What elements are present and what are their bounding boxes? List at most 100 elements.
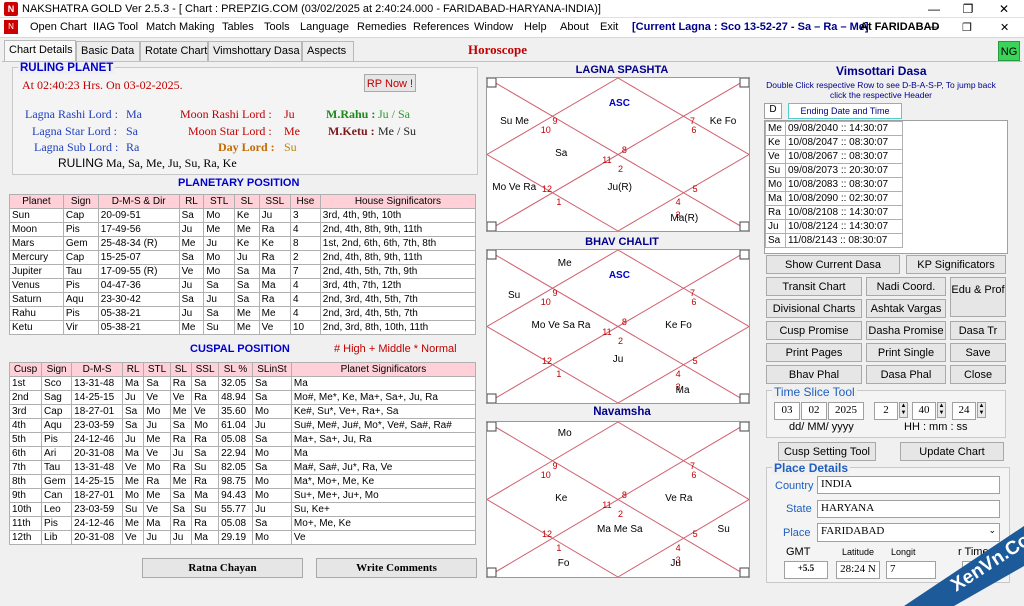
dasa-col-end-header[interactable]: Ending Date and Time [788,103,902,119]
planetary-row[interactable]: Ketu Vir 05-38-21 Me Su Me Ve 10 2nd, 3rd, 8th, … [9,320,477,335]
kp-significators-button[interactable]: KP Significators [906,255,1006,274]
dasa-row[interactable]: Me 09/08/2040 :: 14:30:07 [765,121,903,136]
hour-input[interactable]: 2 [874,402,898,420]
ashtak-vargas-button[interactable]: Ashtak Vargas [866,299,946,318]
menu-language[interactable]: Language [300,21,349,33]
lagna-chart[interactable]: 9 10 8 11 2 12 1 7 6 5 4 3 ASC Su Me Sa Ke Fo Mo Ve Ra Ju… [486,77,750,232]
hour-spinner[interactable]: ▲ ▼ [899,402,908,418]
bhav-chalit-chart[interactable]: 9 10 8 11 2 12 1 7 6 5 4 3 ASC Me Su Mo Ve Sa Ra Ke Fo Ju… [486,249,750,404]
cuspal-row[interactable]: 2nd Sag 14-25-15 Ju Ve Ve Ra 48.94 Sa Mo#, Me*, K… [8,390,477,405]
cuspal-row[interactable]: 12th Lib 20-31-08 Ve Ju Ju Ma 29.19 Mo Ve [8,530,477,545]
cuspal-row[interactable]: 10th Leo 23-03-59 Su Ve Sa Su 55.77 Ju Su, Ke+ [8,502,477,517]
edu-prof-button[interactable]: Edu & Prof [950,277,1006,317]
rp-now-button[interactable]: RP Now ! [364,74,416,92]
gmt-field[interactable]: +5.5 [784,561,828,579]
cusp-promise-button[interactable]: Cusp Promise [766,321,862,340]
second-input[interactable]: 24 [952,402,976,420]
tab-basic-data[interactable]: Basic Data [76,41,140,62]
tab-vimshottary-dasa[interactable]: Vimshottary Dasa [208,41,302,62]
menu-iiag-tool[interactable]: IIAG Tool [93,21,138,33]
divisional-charts-button[interactable]: Divisional Charts [766,299,862,318]
minimize-button[interactable]: — [916,0,952,18]
menu-remedies[interactable]: Remedies [357,21,407,33]
planetary-row[interactable]: Moon Pis 17-49-56 Ju Me Me Ra 4 2nd, 4th, 8th, 9… [9,222,477,237]
ratna-chayan-button[interactable]: Ratna Chayan [142,558,303,578]
dasha-promise-button[interactable]: Dasha Promise [866,321,946,340]
second-spinner[interactable]: ▲ ▼ [977,402,986,418]
tab-chart-details[interactable]: Chart Details [4,40,76,62]
bhav-phal-button[interactable]: Bhav Phal [766,365,862,384]
cuspal-cell: Leo [41,502,73,517]
house-number: 11 [602,499,612,510]
planetary-row[interactable]: Mars Gem 25-48-34 (R) Me Ju Ke Ke 8 1st, 2nd, 6t… [9,236,477,251]
dasa-row[interactable]: Mo 10/08/2083 :: 08:30:07 [765,177,903,192]
menu-open-chart[interactable]: Open Chart [30,21,87,33]
child-restore-button[interactable]: ❐ [962,21,972,34]
cusp-setting-tool-button[interactable]: Cusp Setting Tool [778,442,876,461]
planetary-cell: 10 [289,320,321,335]
ng-badge[interactable]: NG [998,41,1020,61]
chart-planets-text: Ke Fo [709,116,737,128]
cuspal-cell: Ve [122,460,145,475]
menu-exit[interactable]: Exit [600,21,618,33]
write-comments-button[interactable]: Write Comments [316,558,477,578]
cuspal-row[interactable]: 6th Ari 20-31-08 Ma Ve Ju Sa 22.94 Mo Ma [8,446,477,461]
menu-about[interactable]: About [560,21,589,33]
planetary-row[interactable]: Rahu Pis 05-38-21 Ju Sa Me Me 4 2nd, 3rd, 4th, 5… [9,306,477,321]
update-chart-button[interactable]: Update Chart [900,442,1004,461]
planetary-row[interactable]: Sun Cap 20-09-51 Sa Mo Ke Ju 3 3rd, 4th, 9th, 10… [9,208,477,223]
nadi-coord-button[interactable]: Nadi Coord. [866,277,946,296]
menu-match-making[interactable]: Match Making [146,21,214,33]
menu-help[interactable]: Help [524,21,547,33]
cuspal-row[interactable]: 3rd Cap 18-27-01 Sa Mo Me Ve 35.60 Mo Ke#, Su*, V… [8,404,477,419]
dasa-row[interactable]: Ke 10/08/2047 :: 08:30:07 [765,135,903,150]
dasa-row[interactable]: Su 09/08/2073 :: 20:30:07 [765,163,903,178]
cuspal-row[interactable]: 4th Aqu 23-03-59 Sa Ju Sa Mo 61.04 Ju Su#, Me#, J… [8,418,477,433]
dasa-row[interactable]: Ju 10/08/2124 :: 14:30:07 [765,219,903,234]
show-current-dasa-button[interactable]: Show Current Dasa [766,255,900,274]
year-input[interactable]: 2025 [828,402,864,420]
planetary-cell: Sun [9,208,64,223]
dasa-row[interactable]: Ve 10/08/2067 :: 08:30:07 [765,149,903,164]
planetary-row[interactable]: Jupiter Tau 17-09-55 (R) Ve Mo Sa Ma 7 2nd, 4th,… [9,264,477,279]
print-pages-button[interactable]: Print Pages [766,343,862,362]
month-input[interactable]: 02 [801,402,827,420]
minute-input[interactable]: 40 [912,402,936,420]
child-minimize-button[interactable]: — [928,21,939,33]
country-field[interactable]: INDIA [817,476,1000,494]
planetary-row[interactable]: Venus Pis 04-47-36 Ju Sa Sa Ma 4 3rd, 4th, 7th, … [9,278,477,293]
house-number: 8 [621,317,627,328]
transit-chart-button[interactable]: Transit Chart [766,277,862,296]
dasa-row[interactable]: Ma 10/08/2090 :: 02:30:07 [765,191,903,206]
menu-tools[interactable]: Tools [264,21,290,33]
day-input[interactable]: 03 [774,402,800,420]
navamsha-chart[interactable]: 9 10 8 11 2 12 1 7 6 5 4 3 Mo Ke Ve Ra Ma Me Sa Su Fo Ju [486,421,750,578]
dasa-tr-button[interactable]: Dasa Tr [950,321,1006,340]
cuspal-row[interactable]: 1st Sco 13-31-48 Ma Sa Ra Sa 32.05 Sa Ma [8,376,477,391]
planetary-row[interactable]: Mercury Cap 15-25-07 Sa Mo Ju Ra 2 2nd, 4th, 8th… [9,250,477,265]
planetary-row[interactable]: Saturn Aqu 23-30-42 Sa Ju Sa Ra 4 2nd, 3rd, 4th,… [9,292,477,307]
cuspal-row[interactable]: 9th Can 18-27-01 Mo Me Sa Ma 94.43 Mo Su+, Me+, J… [8,488,477,503]
dasa-col-d-header[interactable]: D [764,103,782,119]
menu-tables[interactable]: Tables [222,21,254,33]
cuspal-row[interactable]: 7th Tau 13-31-48 Ve Mo Ra Su 82.05 Sa Ma#, Sa#, J… [8,460,477,475]
menu-references[interactable]: References [413,21,469,33]
save-button[interactable]: Save [950,343,1006,362]
print-single-button[interactable]: Print Single [866,343,946,362]
tab-rotate-chart[interactable]: Rotate Chart [140,41,208,62]
child-close-button[interactable]: ✕ [1000,21,1009,34]
close-window-button[interactable]: ✕ [986,0,1022,18]
dasa-row[interactable]: Ra 10/08/2108 :: 14:30:07 [765,205,903,220]
cuspal-cell: Sco [41,376,73,391]
dasa-row[interactable]: Sa 11/08/2143 :: 08:30:07 [765,233,903,248]
cuspal-row[interactable]: 8th Gem 14-25-15 Me Ra Me Ra 98.75 Mo Ma*, Mo+, M… [8,474,477,489]
minute-spinner[interactable]: ▲ ▼ [937,402,946,418]
tab-aspects[interactable]: Aspects [302,41,354,62]
cuspal-cell: 10th [8,502,43,517]
close-button[interactable]: Close [950,365,1006,384]
cuspal-row[interactable]: 5th Pis 24-12-46 Ju Me Ra Ra 05.08 Sa Ma+, Sa+, J… [8,432,477,447]
restore-button[interactable]: ❐ [950,0,986,18]
cuspal-row[interactable]: 11th Pis 24-12-46 Me Ma Ra Ra 05.08 Sa Mo+, Me, K… [8,516,477,531]
menu-window[interactable]: Window [474,21,513,33]
dasa-phal-button[interactable]: Dasa Phal [866,365,946,384]
